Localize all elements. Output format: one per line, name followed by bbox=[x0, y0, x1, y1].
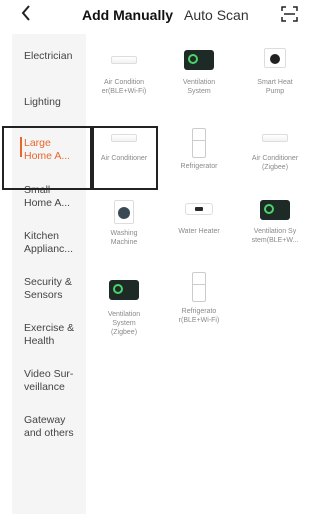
ventilation-system-icon bbox=[109, 280, 139, 300]
device-ventilation-system-ble-wifi[interactable]: Ventilation Sy stem(BLE+W... bbox=[239, 200, 311, 245]
sidebar-item-lighting[interactable]: Lighting bbox=[12, 96, 86, 109]
device-air-conditioner-ble-wifi[interactable]: Air Condition er(BLE+Wi-Fi) bbox=[88, 50, 160, 96]
air-conditioner-icon bbox=[111, 56, 137, 64]
refrigerator-icon bbox=[192, 272, 206, 302]
device-refrigerator-ble-wifi[interactable]: Refrigerato r(BLE+Wi-Fi) bbox=[163, 272, 235, 325]
device-smart-heat-pump[interactable]: Smart Heat Pump bbox=[239, 48, 311, 96]
air-conditioner-icon bbox=[262, 134, 288, 142]
sidebar-item-exercise-health[interactable]: Exercise & Health bbox=[12, 322, 86, 348]
tab-add-manually[interactable]: Add Manually bbox=[82, 7, 173, 23]
device-air-conditioner-zigbee[interactable]: Air Conditioner (Zigbee) bbox=[239, 134, 311, 172]
top-bar: Add Manually Auto Scan bbox=[0, 0, 302, 34]
tab-auto-scan[interactable]: Auto Scan bbox=[184, 7, 249, 23]
sidebar-item-gateway-others[interactable]: Gateway and others bbox=[12, 414, 86, 440]
washing-machine-icon bbox=[114, 200, 134, 224]
highlight-box-category bbox=[2, 126, 92, 190]
ventilation-system-icon bbox=[260, 200, 290, 220]
sidebar-item-electrician[interactable]: Electrician bbox=[12, 50, 86, 63]
device-washing-machine[interactable]: Washing Machine bbox=[88, 200, 160, 247]
refrigerator-icon bbox=[192, 128, 206, 158]
sidebar-item-kitchen-appliances[interactable]: Kitchen Applianc... bbox=[12, 230, 86, 256]
scan-frame-icon[interactable] bbox=[281, 6, 298, 22]
water-heater-icon bbox=[185, 203, 213, 215]
air-conditioner-icon bbox=[111, 134, 137, 142]
device-ventilation-system-zigbee[interactable]: Ventilation System (Zigbee) bbox=[88, 280, 160, 337]
device-air-conditioner[interactable]: Air Conditioner bbox=[88, 134, 160, 163]
sidebar-item-security-sensors[interactable]: Security & Sensors bbox=[12, 276, 86, 302]
device-water-heater[interactable]: Water Heater bbox=[163, 203, 235, 236]
device-refrigerator[interactable]: Refrigerator bbox=[163, 128, 235, 171]
chevron-left-icon[interactable] bbox=[20, 4, 40, 26]
ventilation-system-icon bbox=[184, 50, 214, 70]
device-ventilation-system[interactable]: Ventilation System bbox=[163, 50, 235, 96]
category-sidebar: Electrician Lighting Large Home A... Sma… bbox=[12, 34, 86, 514]
sidebar-item-video-surveillance[interactable]: Video Sur- veillance bbox=[12, 368, 86, 394]
heat-pump-icon bbox=[264, 48, 286, 68]
